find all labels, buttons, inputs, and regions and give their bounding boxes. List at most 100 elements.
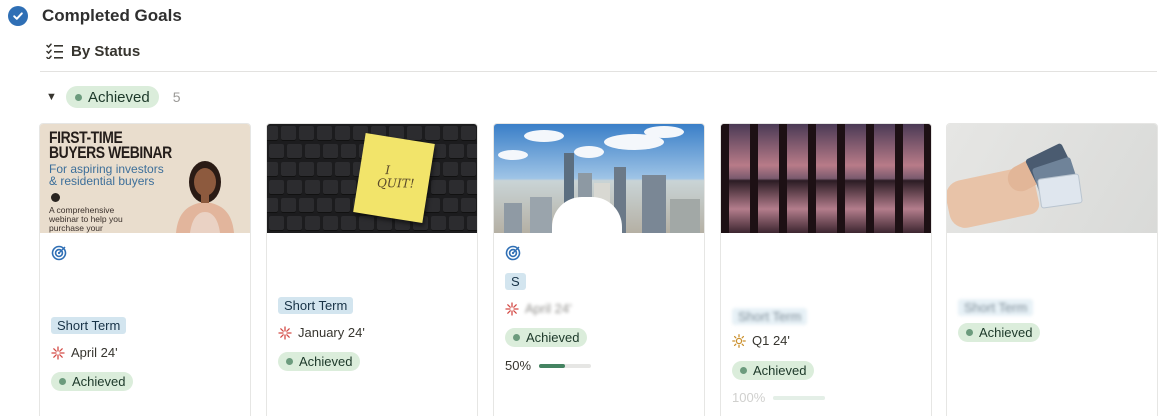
- keyboard-key: [269, 216, 284, 231]
- keyboard-key: [425, 198, 440, 213]
- keyboard-key: [299, 162, 314, 177]
- keyboard-key: [287, 180, 302, 195]
- keyboard-key: [323, 180, 338, 195]
- arch-pillar: [750, 124, 758, 233]
- keyboard-key: [299, 198, 314, 213]
- status-label: Achieved: [526, 330, 580, 345]
- keyboard-key: [267, 126, 278, 141]
- gallery-card-2[interactable]: I QUIT! Short Term January 24' Achieved: [266, 123, 478, 416]
- term-tag: S: [505, 273, 526, 290]
- status-label: Achieved: [72, 374, 126, 389]
- presenter-photo: [176, 161, 234, 233]
- keyboard-key: [335, 126, 350, 141]
- keyboard-key: [335, 198, 350, 213]
- status-dot: [286, 358, 293, 365]
- status-pill[interactable]: Achieved: [66, 86, 159, 108]
- progress-label: 100%: [732, 390, 766, 405]
- keyboard-key: [281, 162, 296, 177]
- keyboard-key: [425, 126, 440, 141]
- keyboard-key: [443, 126, 458, 141]
- date-text: January 24': [298, 325, 365, 340]
- sparkle-icon: [505, 301, 519, 316]
- keyboard-key: [377, 216, 392, 231]
- status-dot: [75, 93, 82, 101]
- keyboard-key: [467, 144, 477, 159]
- checklist-icon: [46, 43, 63, 59]
- keyboard-key: [281, 126, 296, 141]
- arch-pillar: [779, 124, 787, 233]
- term-tag: Short Term: [278, 297, 354, 314]
- arch-pillar: [721, 124, 729, 233]
- page-title: Completed Goals: [42, 6, 182, 25]
- keyboard-key: [305, 144, 320, 159]
- gallery-card-4[interactable]: Short Term Q1 24' Achieved 100%: [720, 123, 932, 416]
- card-cover-arches: [721, 124, 931, 233]
- keyboard-key: [443, 198, 458, 213]
- gallery-card-1[interactable]: FIRST-TIME BUYERS WEBINAR For aspiring i…: [39, 123, 251, 416]
- status-label: Achieved: [299, 354, 353, 369]
- keyboard-key: [317, 162, 332, 177]
- note-line2: QUIT!: [376, 175, 415, 191]
- arch-pillar: [866, 124, 874, 233]
- keyboard-key: [323, 144, 338, 159]
- keyboard-key: [335, 162, 350, 177]
- flyer-desc-line3: purchase your: [49, 223, 103, 233]
- status-pill: Achieved: [958, 323, 1041, 342]
- date-text: Q1 24': [752, 333, 790, 348]
- arch-pillar: [837, 124, 845, 233]
- page-header: Completed Goals: [8, 4, 182, 28]
- keyboard-key: [431, 216, 446, 231]
- keyboard-key: [449, 144, 464, 159]
- group-label: Achieved: [88, 88, 150, 106]
- progress-bar: [773, 395, 826, 400]
- keyboard-key: [467, 216, 477, 231]
- date-text: April 24': [71, 345, 118, 360]
- keyboard-key: [431, 180, 446, 195]
- arch-pillar: [808, 124, 816, 233]
- keyboard-key: [323, 216, 338, 231]
- keyboard-key: [443, 162, 458, 177]
- target-icon: [51, 245, 67, 261]
- sticky-note: I QUIT!: [353, 133, 435, 223]
- progress-fill: [773, 395, 826, 400]
- view-label: By Status: [71, 42, 141, 60]
- status-pill: Achieved: [51, 372, 134, 391]
- keyboard-key: [407, 126, 422, 141]
- keyboard-key: [305, 180, 320, 195]
- arch-pillar: [924, 124, 931, 233]
- keyboard-key: [269, 180, 284, 195]
- keyboard-key: [287, 216, 302, 231]
- progress-bar: [539, 363, 592, 368]
- divider: [40, 71, 1157, 72]
- card-cover-webinar-flyer: FIRST-TIME BUYERS WEBINAR For aspiring i…: [40, 124, 250, 233]
- keyboard-key: [449, 180, 464, 195]
- term-tag: Short Term: [51, 317, 127, 334]
- gallery-card-3[interactable]: S April 24' Achieved 50%: [493, 123, 705, 416]
- target-icon: [505, 245, 521, 261]
- keyboard-key: [267, 162, 278, 177]
- quote-mark-icon: [51, 193, 60, 202]
- date-text: April 24': [525, 301, 572, 316]
- group-header-achieved: ▼ Achieved 5: [46, 86, 181, 108]
- keyboard-key: [341, 180, 356, 195]
- gallery-card-5[interactable]: Short Term Achieved: [946, 123, 1158, 416]
- keyboard-key: [449, 216, 464, 231]
- keyboard-key: [461, 198, 476, 213]
- card-cover-keyboard: I QUIT!: [267, 124, 477, 233]
- flyer-title-line2: BUYERS WEBINAR: [49, 143, 172, 162]
- status-pill: Achieved: [278, 352, 361, 371]
- keyboard-key: [287, 144, 302, 159]
- keyboard-key: [341, 216, 356, 231]
- keyboard-key: [267, 198, 278, 213]
- status-dot: [740, 367, 747, 374]
- sparkle-icon: [278, 325, 292, 340]
- status-dot: [513, 334, 520, 341]
- sparkle-icon: [51, 345, 65, 360]
- flyer-subtitle-line2: & residential buyers: [49, 174, 155, 188]
- status-label: Achieved: [979, 325, 1033, 340]
- status-label: Achieved: [753, 363, 807, 378]
- view-tab-by-status[interactable]: By Status: [46, 40, 140, 62]
- arch-pillar: [895, 124, 903, 233]
- keyboard-key: [359, 216, 374, 231]
- toggle-triangle-icon[interactable]: ▼: [46, 91, 60, 103]
